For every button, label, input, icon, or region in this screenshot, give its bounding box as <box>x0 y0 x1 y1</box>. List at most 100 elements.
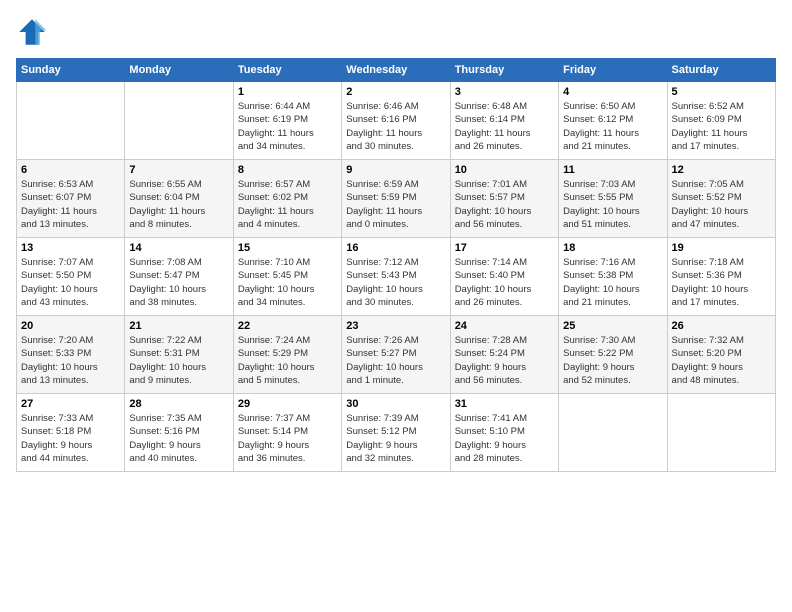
day-info: Sunrise: 6:48 AM Sunset: 6:14 PM Dayligh… <box>455 100 554 153</box>
calendar-cell: 19 Sunrise: 7:18 AM Sunset: 5:36 PM Dayli… <box>667 238 775 316</box>
day-number: 21 <box>129 320 228 332</box>
day-number: 20 <box>21 320 120 332</box>
week-row-3: 13Sunrise: 7:07 AM Sunset: 5:50 PM Dayli… <box>17 238 776 316</box>
day-number: 19 <box>672 242 771 254</box>
day-info: Sunrise: 7:03 AM Sunset: 5:55 PM Dayligh… <box>563 178 662 231</box>
day-info: Sunrise: 7:20 AM Sunset: 5:33 PM Dayligh… <box>21 334 120 387</box>
day-info: Sunrise: 7:28 AM Sunset: 5:24 PM Dayligh… <box>455 334 554 387</box>
week-row-1: 1 Sunrise: 6:44 AM Sunset: 6:19 PM Daylig… <box>17 82 776 160</box>
calendar-cell: 17 Sunrise: 7:14 AM Sunset: 5:40 PM Dayli… <box>450 238 558 316</box>
day-info: Sunrise: 7:26 AM Sunset: 5:27 PM Dayligh… <box>346 334 445 387</box>
day-info: Sunrise: 7:01 AM Sunset: 5:57 PM Dayligh… <box>455 178 554 231</box>
day-info: Sunrise: 6:52 AM Sunset: 6:09 PM Dayligh… <box>672 100 771 153</box>
day-info: Sunrise: 7:39 AM Sunset: 5:12 PM Dayligh… <box>346 412 445 465</box>
day-number: 7 <box>129 164 228 176</box>
day-info: Sunrise: 7:12 AM Sunset: 5:43 PM Dayligh… <box>346 256 445 309</box>
day-info: Sunrise: 7:22 AM Sunset: 5:31 PM Dayligh… <box>129 334 228 387</box>
day-number: 5 <box>672 86 771 98</box>
day-info: Sunrise: 7:30 AM Sunset: 5:22 PM Dayligh… <box>563 334 662 387</box>
calendar-cell: 2 Sunrise: 6:46 AM Sunset: 6:16 PM Daylig… <box>342 82 450 160</box>
calendar-cell <box>667 394 775 472</box>
calendar-cell: 7Sunrise: 6:55 AM Sunset: 6:04 PM Daylig… <box>125 160 233 238</box>
calendar-cell: 12 Sunrise: 7:05 AM Sunset: 5:52 PM Dayli… <box>667 160 775 238</box>
calendar-cell: 3 Sunrise: 6:48 AM Sunset: 6:14 PM Daylig… <box>450 82 558 160</box>
calendar-cell: 30 Sunrise: 7:39 AM Sunset: 5:12 PM Dayli… <box>342 394 450 472</box>
day-number: 14 <box>129 242 228 254</box>
calendar-cell: 25 Sunrise: 7:30 AM Sunset: 5:22 PM Dayli… <box>559 316 667 394</box>
day-number: 25 <box>563 320 662 332</box>
weekday-header-row: SundayMondayTuesdayWednesdayThursdayFrid… <box>17 59 776 82</box>
calendar-cell: 11 Sunrise: 7:03 AM Sunset: 5:55 PM Dayli… <box>559 160 667 238</box>
day-number: 28 <box>129 398 228 410</box>
calendar-cell: 13Sunrise: 7:07 AM Sunset: 5:50 PM Dayli… <box>17 238 125 316</box>
page: SundayMondayTuesdayWednesdayThursdayFrid… <box>0 0 792 612</box>
weekday-saturday: Saturday <box>667 59 775 82</box>
logo-icon <box>16 16 48 48</box>
day-info: Sunrise: 7:41 AM Sunset: 5:10 PM Dayligh… <box>455 412 554 465</box>
week-row-2: 6Sunrise: 6:53 AM Sunset: 6:07 PM Daylig… <box>17 160 776 238</box>
day-number: 3 <box>455 86 554 98</box>
weekday-wednesday: Wednesday <box>342 59 450 82</box>
calendar-cell: 23 Sunrise: 7:26 AM Sunset: 5:27 PM Dayli… <box>342 316 450 394</box>
day-number: 31 <box>455 398 554 410</box>
calendar-cell: 4 Sunrise: 6:50 AM Sunset: 6:12 PM Daylig… <box>559 82 667 160</box>
calendar-cell <box>125 82 233 160</box>
week-row-4: 20 Sunrise: 7:20 AM Sunset: 5:33 PM Dayli… <box>17 316 776 394</box>
weekday-thursday: Thursday <box>450 59 558 82</box>
calendar-cell: 31 Sunrise: 7:41 AM Sunset: 5:10 PM Dayli… <box>450 394 558 472</box>
day-number: 11 <box>563 164 662 176</box>
day-number: 27 <box>21 398 120 410</box>
day-info: Sunrise: 7:24 AM Sunset: 5:29 PM Dayligh… <box>238 334 337 387</box>
day-info: Sunrise: 6:46 AM Sunset: 6:16 PM Dayligh… <box>346 100 445 153</box>
day-info: Sunrise: 7:18 AM Sunset: 5:36 PM Dayligh… <box>672 256 771 309</box>
day-number: 8 <box>238 164 337 176</box>
calendar-cell: 20 Sunrise: 7:20 AM Sunset: 5:33 PM Dayli… <box>17 316 125 394</box>
day-number: 1 <box>238 86 337 98</box>
day-info: Sunrise: 6:50 AM Sunset: 6:12 PM Dayligh… <box>563 100 662 153</box>
day-number: 9 <box>346 164 445 176</box>
day-info: Sunrise: 7:08 AM Sunset: 5:47 PM Dayligh… <box>129 256 228 309</box>
day-info: Sunrise: 6:44 AM Sunset: 6:19 PM Dayligh… <box>238 100 337 153</box>
day-number: 30 <box>346 398 445 410</box>
day-number: 29 <box>238 398 337 410</box>
day-number: 24 <box>455 320 554 332</box>
day-info: Sunrise: 7:05 AM Sunset: 5:52 PM Dayligh… <box>672 178 771 231</box>
day-number: 23 <box>346 320 445 332</box>
day-number: 6 <box>21 164 120 176</box>
day-info: Sunrise: 7:32 AM Sunset: 5:20 PM Dayligh… <box>672 334 771 387</box>
calendar-cell: 26 Sunrise: 7:32 AM Sunset: 5:20 PM Dayli… <box>667 316 775 394</box>
calendar-cell: 18Sunrise: 7:16 AM Sunset: 5:38 PM Dayli… <box>559 238 667 316</box>
week-row-5: 27Sunrise: 7:33 AM Sunset: 5:18 PM Dayli… <box>17 394 776 472</box>
weekday-friday: Friday <box>559 59 667 82</box>
calendar-table: SundayMondayTuesdayWednesdayThursdayFrid… <box>16 58 776 472</box>
weekday-sunday: Sunday <box>17 59 125 82</box>
day-info: Sunrise: 7:10 AM Sunset: 5:45 PM Dayligh… <box>238 256 337 309</box>
day-number: 10 <box>455 164 554 176</box>
weekday-tuesday: Tuesday <box>233 59 341 82</box>
calendar-cell: 24 Sunrise: 7:28 AM Sunset: 5:24 PM Dayli… <box>450 316 558 394</box>
day-number: 2 <box>346 86 445 98</box>
day-info: Sunrise: 6:57 AM Sunset: 6:02 PM Dayligh… <box>238 178 337 231</box>
day-info: Sunrise: 7:35 AM Sunset: 5:16 PM Dayligh… <box>129 412 228 465</box>
calendar-cell: 6Sunrise: 6:53 AM Sunset: 6:07 PM Daylig… <box>17 160 125 238</box>
calendar-cell: 21 Sunrise: 7:22 AM Sunset: 5:31 PM Dayli… <box>125 316 233 394</box>
day-info: Sunrise: 6:59 AM Sunset: 5:59 PM Dayligh… <box>346 178 445 231</box>
day-info: Sunrise: 7:37 AM Sunset: 5:14 PM Dayligh… <box>238 412 337 465</box>
logo <box>16 16 52 48</box>
calendar-cell: 29 Sunrise: 7:37 AM Sunset: 5:14 PM Dayli… <box>233 394 341 472</box>
day-number: 12 <box>672 164 771 176</box>
calendar-cell: 1 Sunrise: 6:44 AM Sunset: 6:19 PM Daylig… <box>233 82 341 160</box>
day-number: 17 <box>455 242 554 254</box>
calendar-cell: 15 Sunrise: 7:10 AM Sunset: 5:45 PM Dayli… <box>233 238 341 316</box>
day-number: 15 <box>238 242 337 254</box>
day-info: Sunrise: 7:16 AM Sunset: 5:38 PM Dayligh… <box>563 256 662 309</box>
calendar-cell: 28 Sunrise: 7:35 AM Sunset: 5:16 PM Dayli… <box>125 394 233 472</box>
day-number: 22 <box>238 320 337 332</box>
day-number: 26 <box>672 320 771 332</box>
day-number: 4 <box>563 86 662 98</box>
weekday-monday: Monday <box>125 59 233 82</box>
day-number: 16 <box>346 242 445 254</box>
day-info: Sunrise: 7:14 AM Sunset: 5:40 PM Dayligh… <box>455 256 554 309</box>
calendar-cell: 9 Sunrise: 6:59 AM Sunset: 5:59 PM Daylig… <box>342 160 450 238</box>
calendar-cell: 5 Sunrise: 6:52 AM Sunset: 6:09 PM Daylig… <box>667 82 775 160</box>
